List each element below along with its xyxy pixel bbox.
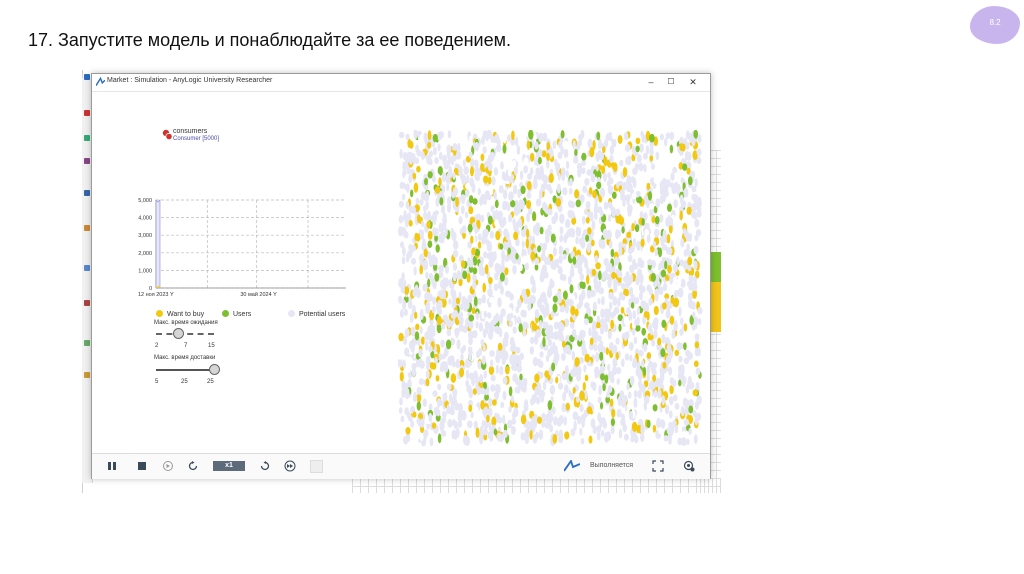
legend-label: Want to buy xyxy=(167,311,205,318)
anylogic-app-icon xyxy=(96,77,105,86)
fullscreen-icon[interactable] xyxy=(652,460,664,472)
slider-delivery-label: Макс. время доставки xyxy=(154,355,216,361)
palette-icon xyxy=(84,225,90,231)
legend-swatch xyxy=(156,310,163,317)
palette-icon xyxy=(84,300,90,306)
slider-wait-min: 2 xyxy=(155,343,159,349)
legend-potential-users: Potential users xyxy=(288,310,345,318)
settings-icon[interactable] xyxy=(683,460,695,472)
slide-heading: 17. Запустите модель и понаблюдайте за е… xyxy=(28,30,512,50)
window-title: Market : Simulation - AnyLogic Universit… xyxy=(107,77,273,84)
slider-wait-max: 15 xyxy=(208,343,215,349)
stop-icon[interactable] xyxy=(136,460,148,472)
slider-delivery-track[interactable] xyxy=(156,369,214,371)
x-tick-label: 30 май 2024 Y xyxy=(240,291,277,298)
legend-label: Users xyxy=(233,311,252,318)
slider-delivery-min: 5 xyxy=(155,379,159,385)
window-titlebar[interactable]: Market : Simulation - AnyLogic Universit… xyxy=(92,74,710,92)
y-tick-label: 4,000 xyxy=(138,216,152,222)
simulation-window: Market : Simulation - AnyLogic Universit… xyxy=(91,73,711,479)
slider-delivery-knob[interactable] xyxy=(209,364,220,375)
palette-icon xyxy=(84,372,90,378)
legend-users: Users xyxy=(222,310,251,318)
slide-number: 8.2 xyxy=(989,18,1001,27)
pause-icon[interactable] xyxy=(106,460,118,472)
slider-wait-track[interactable] xyxy=(156,333,214,337)
virtual-time-icon[interactable] xyxy=(310,460,323,473)
legend-swatch xyxy=(288,310,295,317)
y-tick-label: 3,000 xyxy=(138,233,152,239)
speed-indicator[interactable]: x1 xyxy=(213,461,245,471)
minimize-button[interactable]: – xyxy=(644,76,658,88)
anylogic-logo xyxy=(564,460,580,472)
x-tick-label: 12 ноя 2023 Y xyxy=(138,292,174,298)
slider-wait-value: 7 xyxy=(184,343,188,349)
background-logo-icon xyxy=(84,74,90,80)
faster-icon[interactable] xyxy=(259,460,271,472)
population-type: Consumer [5000] xyxy=(173,136,220,142)
slider-wait-label: Макс. время ожидания xyxy=(154,320,218,326)
slower-icon[interactable] xyxy=(187,460,199,472)
potential-users-area xyxy=(155,199,161,289)
palette-icon xyxy=(84,190,90,196)
slider-delivery-max: 25 xyxy=(207,379,214,385)
simulation-toolbar: x1 Выполняется xyxy=(92,453,710,479)
maximize-button[interactable]: ☐ xyxy=(664,76,678,88)
y-tick-label: 2,000 xyxy=(138,251,152,257)
palette-icon xyxy=(84,158,90,164)
palette-icon xyxy=(84,340,90,346)
population-name: consumers xyxy=(173,128,208,135)
legend-swatch xyxy=(222,310,229,317)
slider-wait-knob[interactable] xyxy=(173,328,185,339)
legend-label: Potential users xyxy=(299,311,346,318)
step-icon[interactable] xyxy=(162,460,174,472)
palette-icon xyxy=(84,265,90,271)
agent-simulation-canvas[interactable] xyxy=(398,130,704,448)
palette-icon xyxy=(84,110,90,116)
y-tick-label: 1,000 xyxy=(138,268,152,274)
palette-icon xyxy=(84,135,90,141)
slider-delivery-value: 25 xyxy=(181,379,188,385)
close-button[interactable]: ✕ xyxy=(686,76,700,88)
fast-forward-icon[interactable] xyxy=(284,460,296,472)
y-tick-label: 5,000 xyxy=(138,198,152,204)
consumers-chart: 01,0002,0003,0004,0005,00012 ноя 2023 Y3… xyxy=(138,198,346,298)
background-canvas-grid xyxy=(352,478,721,493)
legend-want-to-buy: Want to buy xyxy=(156,310,204,318)
run-status: Выполняется xyxy=(590,462,634,469)
